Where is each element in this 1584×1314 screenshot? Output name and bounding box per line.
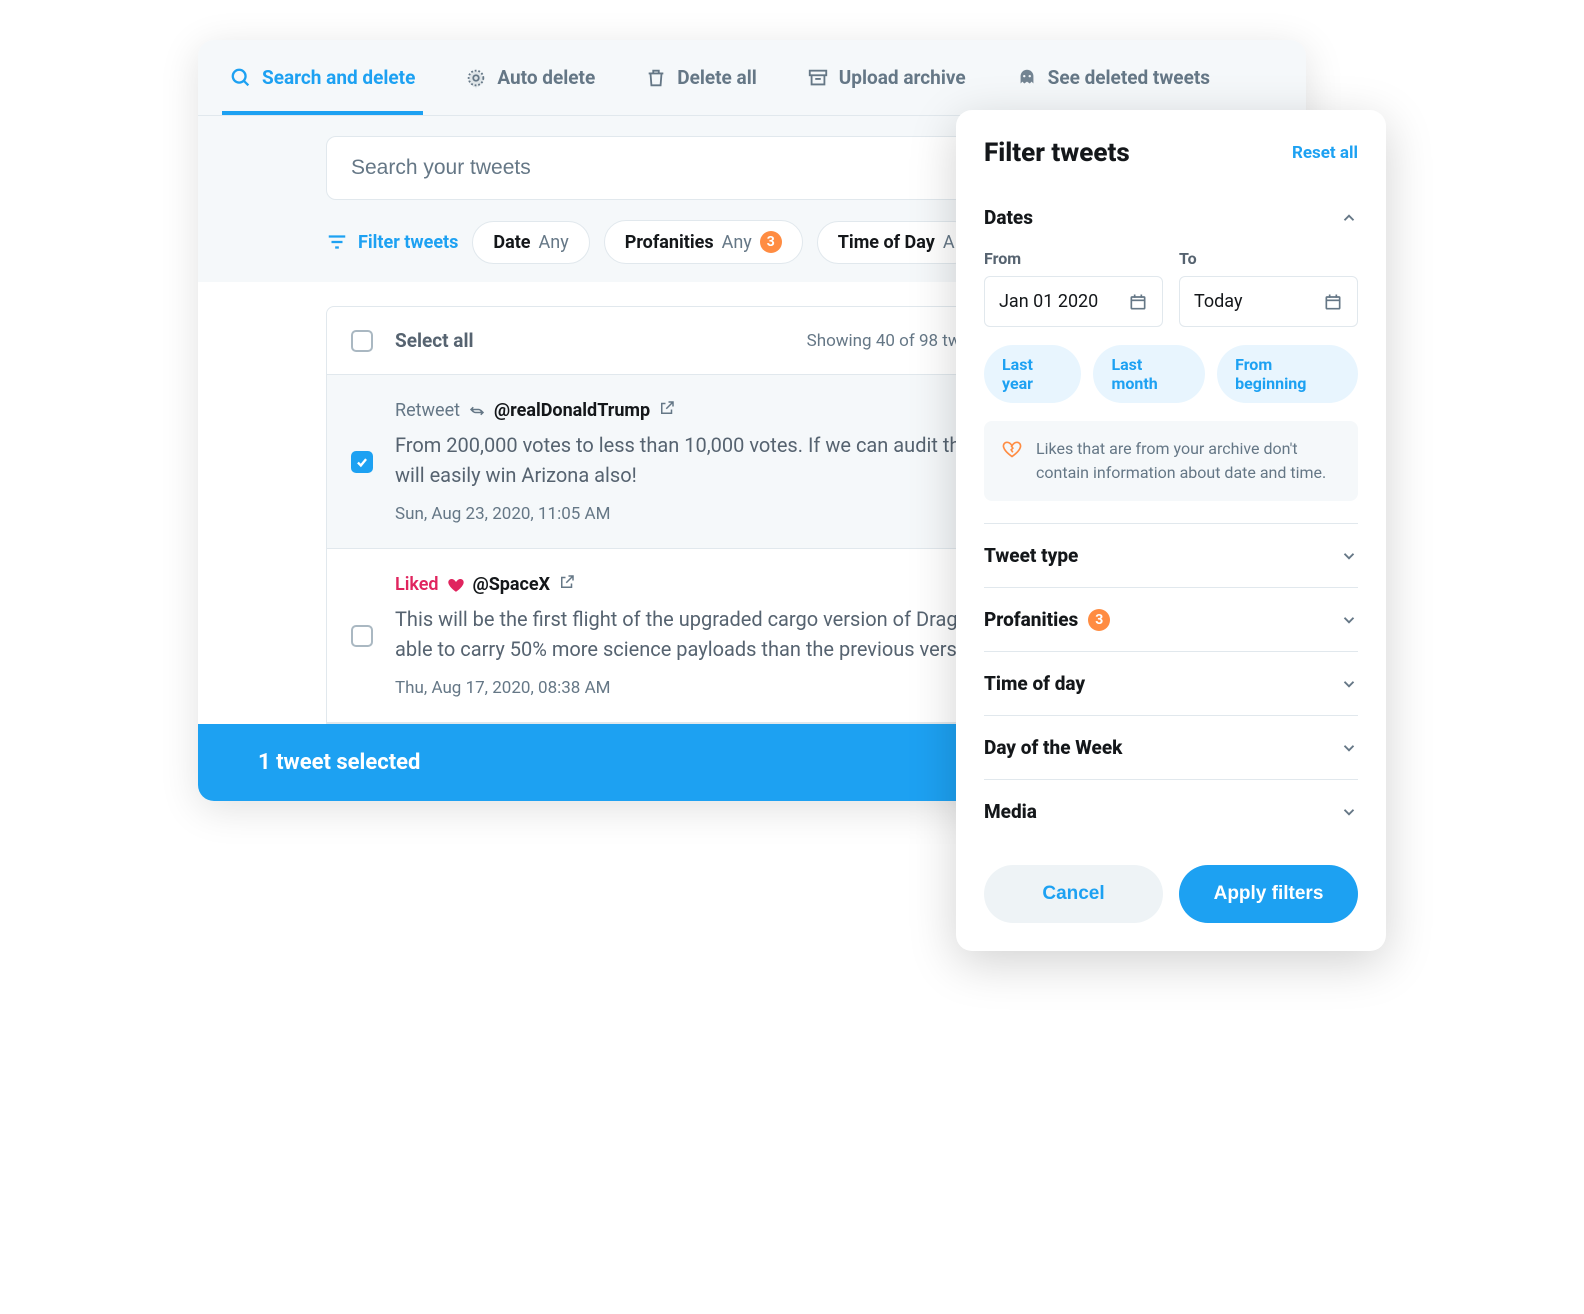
date-from-value: Jan 01 2020	[999, 291, 1098, 312]
chip-date[interactable]: Date Any	[472, 221, 589, 264]
section-toggle-dates[interactable]: Dates	[984, 186, 1358, 249]
tweet-handle: @realDonaldTrump	[494, 400, 650, 421]
chip-label: Date	[493, 232, 530, 253]
external-link-icon[interactable]	[558, 573, 576, 596]
section-title: Dates	[984, 206, 1033, 229]
section-title: Media	[984, 800, 1037, 823]
section-day-of-week: Day of the Week	[984, 716, 1358, 780]
chevron-down-icon	[1340, 739, 1358, 757]
select-all-label: Select all	[395, 329, 474, 352]
cancel-button[interactable]: Cancel	[984, 865, 1163, 923]
info-text: Likes that are from your archive don't c…	[1036, 437, 1340, 485]
date-to-value: Today	[1194, 291, 1242, 312]
info-box: Likes that are from your archive don't c…	[984, 421, 1358, 501]
section-badge: 3	[1088, 609, 1110, 631]
heart-broken-icon	[1002, 439, 1022, 459]
tweet-handle: @SpaceX	[473, 574, 551, 595]
tweet-type-label: Liked	[395, 574, 439, 595]
select-all-checkbox[interactable]	[351, 330, 373, 352]
section-media: Media	[984, 780, 1358, 843]
section-title: Day of the Week	[984, 736, 1122, 759]
filter-panel: Filter tweets Reset all Dates From Jan 0…	[956, 110, 1386, 951]
external-link-icon[interactable]	[658, 399, 676, 422]
tab-auto-delete[interactable]: Auto delete	[457, 40, 603, 115]
filter-label-text: Filter tweets	[358, 232, 458, 253]
calendar-icon	[1323, 292, 1343, 312]
section-toggle-day-of-week[interactable]: Day of the Week	[984, 716, 1358, 779]
tab-search-and-delete[interactable]: Search and delete	[222, 40, 423, 115]
chevron-down-icon	[1340, 611, 1358, 629]
section-title: Tweet type	[984, 544, 1078, 567]
quick-date-from-beginning[interactable]: From beginning	[1217, 345, 1358, 403]
chip-label: Profanities	[625, 232, 714, 253]
chip-profanities[interactable]: Profanities Any 3	[604, 220, 803, 264]
section-profanities: Profanities 3	[984, 588, 1358, 652]
section-title: Profanities	[984, 608, 1078, 631]
date-to-label: To	[1179, 249, 1358, 268]
section-toggle-time-of-day[interactable]: Time of day	[984, 652, 1358, 715]
chip-badge: 3	[760, 231, 782, 253]
tab-delete-all[interactable]: Delete all	[637, 40, 765, 115]
chevron-down-icon	[1340, 803, 1358, 821]
search-icon	[230, 67, 252, 89]
tabs-nav: Search and delete Auto delete Delete all…	[198, 40, 1306, 116]
section-toggle-profanities[interactable]: Profanities 3	[984, 588, 1358, 651]
tab-upload-archive[interactable]: Upload archive	[799, 40, 974, 115]
chip-value: Any	[539, 232, 569, 253]
chip-label: Time of Day	[838, 232, 935, 253]
tweet-checkbox[interactable]	[351, 451, 373, 473]
filter-icon	[326, 231, 348, 253]
tab-see-deleted[interactable]: See deleted tweets	[1008, 40, 1218, 115]
date-from-label: From	[984, 249, 1163, 268]
calendar-icon	[1128, 292, 1148, 312]
chevron-down-icon	[1340, 547, 1358, 565]
section-toggle-media[interactable]: Media	[984, 780, 1358, 843]
chip-time-of-day[interactable]: Time of Day A	[817, 221, 976, 264]
chevron-up-icon	[1340, 209, 1358, 227]
date-to-input[interactable]: Today	[1179, 276, 1358, 327]
apply-filters-button[interactable]: Apply filters	[1179, 865, 1358, 923]
section-tweet-type: Tweet type	[984, 524, 1358, 588]
reset-all-button[interactable]: Reset all	[1292, 143, 1358, 163]
chip-value: A	[943, 232, 955, 253]
section-title: Time of day	[984, 672, 1085, 695]
trash-icon	[645, 67, 667, 89]
selection-count: 1 tweet selected	[258, 750, 420, 775]
date-from-input[interactable]: Jan 01 2020	[984, 276, 1163, 327]
tweet-checkbox[interactable]	[351, 625, 373, 647]
archive-icon	[807, 67, 829, 89]
tab-label: See deleted tweets	[1048, 66, 1210, 89]
gear-icon	[465, 67, 487, 89]
tab-label: Auto delete	[497, 66, 595, 89]
chip-value: Any	[722, 232, 752, 253]
quick-date-last-year[interactable]: Last year	[984, 345, 1081, 403]
ghost-icon	[1016, 67, 1038, 89]
section-time-of-day: Time of day	[984, 652, 1358, 716]
tab-label: Delete all	[677, 66, 757, 89]
tab-label: Upload archive	[839, 66, 966, 89]
section-dates: Dates From Jan 01 2020 To Today	[984, 186, 1358, 524]
retweet-icon	[468, 402, 486, 420]
tab-label: Search and delete	[262, 66, 415, 89]
tweet-type-label: Retweet	[395, 400, 460, 421]
section-toggle-tweet-type[interactable]: Tweet type	[984, 524, 1358, 587]
chevron-down-icon	[1340, 675, 1358, 693]
panel-title: Filter tweets	[984, 138, 1130, 168]
heart-icon	[447, 576, 465, 594]
filter-tweets-button[interactable]: Filter tweets	[326, 231, 458, 253]
quick-date-last-month[interactable]: Last month	[1093, 345, 1205, 403]
